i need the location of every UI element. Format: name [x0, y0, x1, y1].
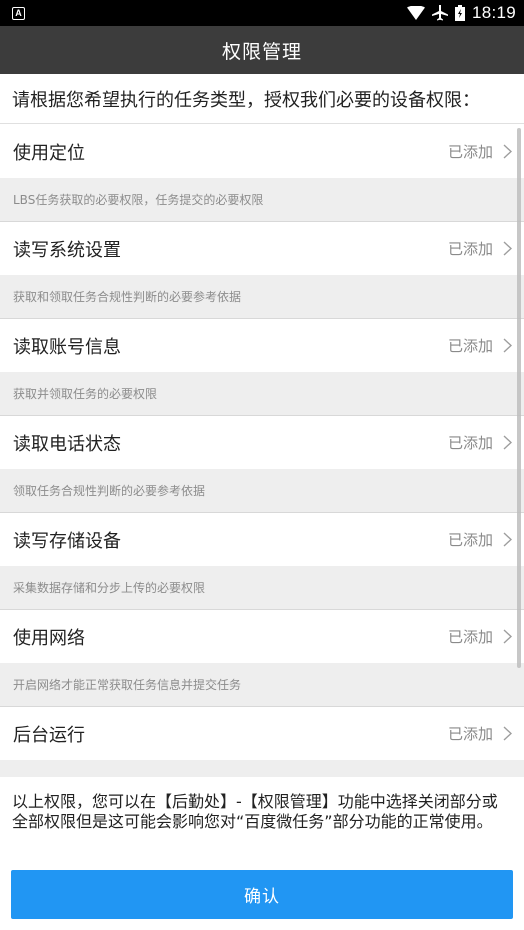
app-bar: 权限管理 — [0, 26, 524, 74]
permission-description: 获取并领取任务的必要权限 — [0, 372, 524, 415]
permission-name: 读写系统设置 — [13, 239, 121, 261]
permission-description: 领取任务合规性判断的必要参考依据 — [0, 469, 524, 512]
permission-name: 读取账号信息 — [13, 336, 121, 358]
permission-status: 已添加 — [447, 143, 493, 161]
scrollbar[interactable] — [517, 128, 521, 668]
chevron-right-icon — [503, 144, 512, 159]
permission-row-system-settings[interactable]: 读写系统设置 已添加 — [0, 222, 524, 275]
page-title: 权限管理 — [221, 40, 302, 63]
permission-row-background[interactable]: 后台运行 已添加 — [0, 707, 524, 760]
chevron-right-icon — [503, 629, 512, 644]
airplane-icon — [431, 5, 448, 21]
chevron-right-icon — [503, 338, 512, 353]
permission-item-storage: 读写存储设备 已添加 采集数据存储和分步上传的必要权限 — [0, 513, 524, 610]
permission-item-system-settings: 读写系统设置 已添加 获取和领取任务合规性判断的必要参考依据 — [0, 222, 524, 319]
permission-row-account-info[interactable]: 读取账号信息 已添加 — [0, 319, 524, 372]
permission-description: 开启网络才能正常获取任务信息并提交任务 — [0, 663, 524, 706]
battery-icon — [454, 5, 465, 21]
permission-list[interactable]: 使用定位 已添加 LBS任务获取的必要权限，任务提交的必要权限 读写系统设置 已… — [0, 125, 524, 777]
permission-name: 读取电话状态 — [13, 433, 121, 455]
permission-description — [0, 760, 524, 777]
permission-name: 使用定位 — [13, 142, 85, 164]
permission-description: 采集数据存储和分步上传的必要权限 — [0, 566, 524, 609]
permission-item-location: 使用定位 已添加 LBS任务获取的必要权限，任务提交的必要权限 — [0, 125, 524, 222]
permission-status: 已添加 — [447, 434, 493, 452]
footer-note: 以上权限，您可以在【后勤处】-【权限管理】功能中选择关闭部分或全部权限但是这可能… — [0, 778, 524, 860]
permission-item-account-info: 读取账号信息 已添加 获取并领取任务的必要权限 — [0, 319, 524, 416]
permission-name: 读写存储设备 — [13, 530, 121, 552]
permission-row-network[interactable]: 使用网络 已添加 — [0, 610, 524, 663]
permission-status: 已添加 — [447, 531, 493, 549]
permission-description: 获取和领取任务合规性判断的必要参考依据 — [0, 275, 524, 318]
permission-item-phone-state: 读取电话状态 已添加 领取任务合规性判断的必要参考依据 — [0, 416, 524, 513]
permission-row-phone-state[interactable]: 读取电话状态 已添加 — [0, 416, 524, 469]
permission-item-background: 后台运行 已添加 — [0, 707, 524, 777]
permission-name: 使用网络 — [13, 627, 85, 649]
permission-status: 已添加 — [447, 725, 493, 743]
clock: 18:19 — [471, 3, 516, 22]
permission-status: 已添加 — [447, 240, 493, 258]
permission-status: 已添加 — [447, 337, 493, 355]
intro-text: 请根据您希望执行的任务类型，授权我们必要的设备权限： — [0, 74, 524, 124]
wifi-icon — [406, 6, 425, 20]
notification-icon: A — [12, 6, 25, 20]
chevron-right-icon — [503, 532, 512, 547]
permission-status: 已添加 — [447, 628, 493, 646]
permission-row-location[interactable]: 使用定位 已添加 — [0, 125, 524, 178]
confirm-button[interactable]: 确认 — [11, 870, 513, 919]
permission-row-storage[interactable]: 读写存储设备 已添加 — [0, 513, 524, 566]
chevron-right-icon — [503, 241, 512, 256]
chevron-right-icon — [503, 435, 512, 450]
status-bar: A 18:19 — [0, 0, 524, 26]
chevron-right-icon — [503, 726, 512, 741]
permission-item-network: 使用网络 已添加 开启网络才能正常获取任务信息并提交任务 — [0, 610, 524, 707]
permission-name: 后台运行 — [13, 724, 85, 746]
permission-description: LBS任务获取的必要权限，任务提交的必要权限 — [0, 178, 524, 221]
